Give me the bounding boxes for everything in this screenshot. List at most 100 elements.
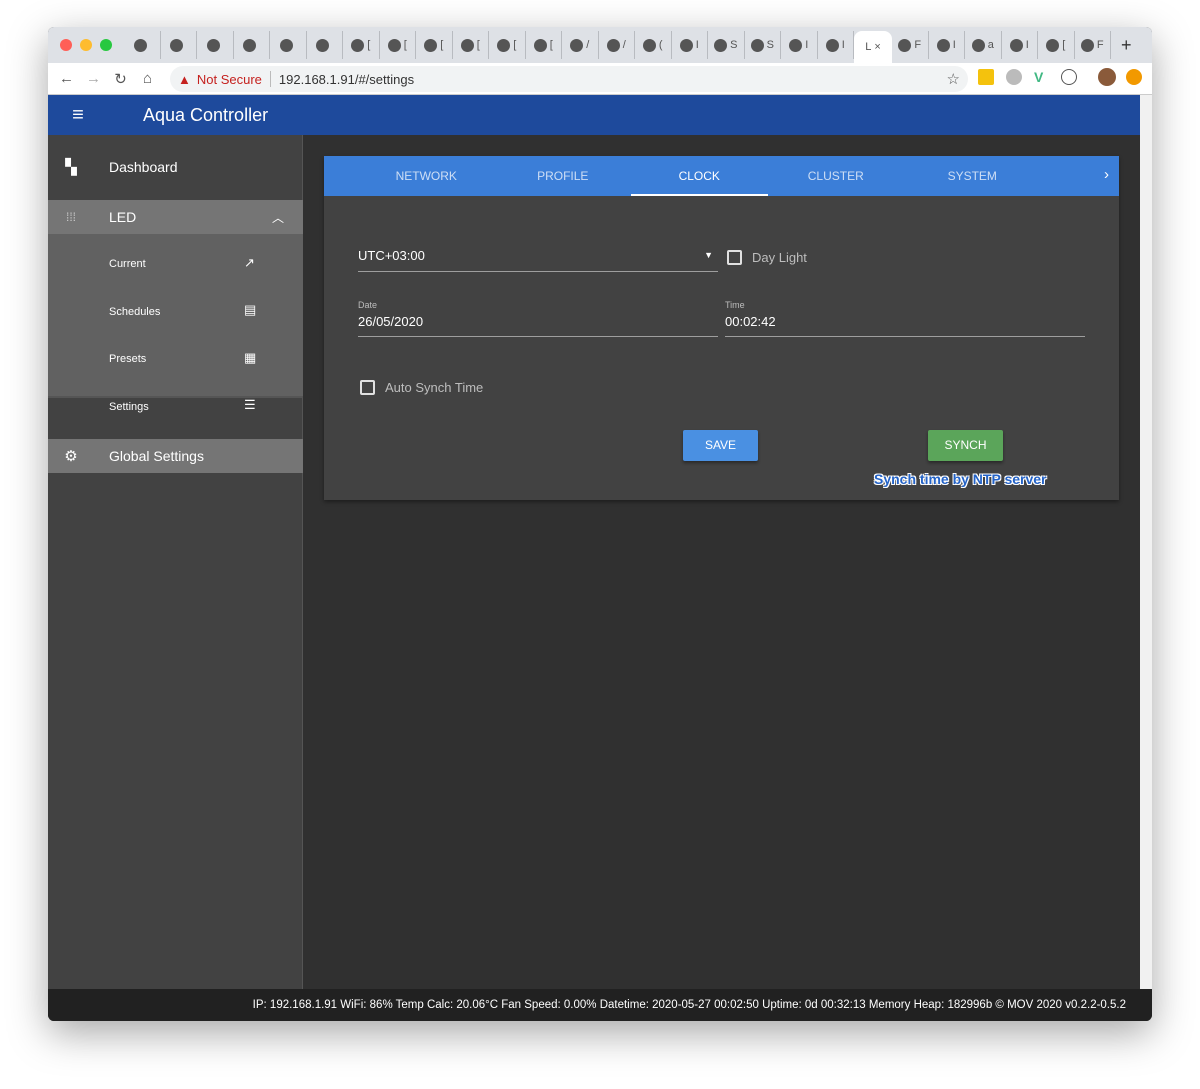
favicon-icon (279, 38, 293, 52)
favicon-icon (460, 38, 474, 52)
browser-tab[interactable]: F (1075, 31, 1111, 59)
browser-tab[interactable]: / (599, 31, 635, 59)
favicon-icon (206, 38, 220, 52)
browser-tab[interactable]: I (1002, 31, 1038, 59)
browser-tab[interactable]: [ (526, 31, 562, 59)
browser-tab[interactable]: [ (380, 31, 416, 59)
tab-title: [ (1062, 39, 1066, 51)
favicon-icon (898, 38, 912, 52)
browser-tab[interactable]: I (781, 31, 818, 59)
tab-clock[interactable]: CLOCK (631, 156, 768, 196)
app-header: ≡ Aqua Controller (48, 95, 1140, 135)
sidebar-item-label: Global Settings (109, 448, 204, 464)
tab-title: a (987, 39, 994, 51)
reload-icon[interactable]: ↻ (107, 70, 134, 88)
new-tab-button[interactable]: + (1121, 35, 1132, 56)
address-bar-row: ← → ↻ ⌂ ▲ Not Secure 192.168.1.91/#/sett… (48, 63, 1152, 95)
tab-title: [ (476, 39, 480, 51)
browser-tab[interactable]: I (929, 31, 965, 59)
address-bar[interactable]: ▲ Not Secure 192.168.1.91/#/settings ☆ (170, 66, 968, 92)
status-footer: IP: 192.168.1.91 WiFi: 86% Temp Calc: 20… (48, 989, 1152, 1021)
url-text[interactable]: 192.168.1.91/#/settings (279, 72, 414, 87)
browser-tab[interactable] (270, 31, 307, 59)
close-tab-icon[interactable]: × (874, 41, 880, 53)
save-button[interactable]: SAVE (683, 430, 758, 461)
favicon-icon (533, 38, 547, 52)
close-window-button[interactable] (60, 39, 72, 51)
sidebar-item-global-settings[interactable]: ⚙ Global Settings (48, 439, 303, 473)
day-light-checkbox[interactable] (727, 250, 742, 265)
browser-window: [[[[[[/ / (I S S I I L × F Ia I [F + ← → ↻ ⌂ ▲ Not S… (48, 27, 1152, 1021)
favicon-icon (642, 38, 656, 52)
browser-tab[interactable]: S (745, 31, 781, 59)
auto-synch-checkbox[interactable] (360, 380, 375, 395)
subitem-label: Presets (109, 353, 147, 365)
tab-system[interactable]: SYSTEM (904, 156, 1041, 196)
window-controls (60, 39, 112, 51)
browser-tab[interactable]: [ (343, 31, 380, 59)
vue-devtools-icon[interactable]: V (1034, 69, 1050, 85)
browser-tab[interactable]: [ (489, 31, 526, 59)
browser-tab[interactable] (197, 31, 234, 59)
browser-tab[interactable]: / (562, 31, 599, 59)
menu-icon[interactable]: ≡ (48, 104, 108, 127)
browser-tab[interactable]: I (672, 31, 708, 59)
scrollbar[interactable] (1140, 95, 1152, 989)
extension-bookmark-icon[interactable] (978, 69, 994, 85)
browser-tab[interactable]: [ (416, 31, 453, 59)
update-alert-icon[interactable] (1126, 69, 1142, 85)
browser-tab[interactable]: a (965, 31, 1002, 59)
tab-title: [ (549, 39, 553, 51)
sidebar-item-label: Dashboard (109, 159, 178, 175)
browser-tab[interactable]: ( (635, 31, 672, 59)
date-input[interactable]: 26/05/2020 (358, 314, 718, 337)
extension-json-icon[interactable] (1061, 69, 1077, 85)
settings-tabs: NETWORK PROFILE CLOCK CLUSTER SYSTEM › (324, 156, 1119, 196)
tab-title: / (622, 39, 626, 51)
favicon-icon (497, 38, 511, 52)
maximize-window-button[interactable] (100, 39, 112, 51)
browser-tab[interactable] (234, 31, 270, 59)
synch-annotation: Synch time by NTP server (874, 471, 1047, 487)
subitem-label: Current (109, 258, 146, 270)
avatar[interactable] (1098, 68, 1116, 86)
home-icon[interactable]: ⌂ (134, 70, 161, 87)
favicon-icon (133, 38, 147, 52)
tab-title: [ (440, 39, 444, 51)
time-input[interactable]: 00:02:42 (725, 314, 1085, 337)
sidebar-item-led[interactable]: ⁞⁞⁞ LED ︿ (48, 200, 303, 234)
browser-tab[interactable]: [ (1038, 31, 1075, 59)
browser-tab[interactable]: F (892, 31, 929, 59)
back-icon[interactable]: ← (53, 70, 80, 87)
favicon-icon (825, 38, 839, 52)
warning-icon: ▲ (178, 71, 191, 87)
synch-button[interactable]: SYNCH (928, 430, 1003, 461)
bookmark-star-icon[interactable]: ☆ (947, 70, 960, 88)
extension-icon[interactable] (1006, 69, 1022, 85)
chevron-up-icon[interactable]: ︿ (272, 209, 284, 226)
chevron-right-icon[interactable]: › (1104, 166, 1109, 183)
tab-network[interactable]: NETWORK (358, 156, 495, 196)
browser-tab[interactable] (307, 31, 343, 59)
tab-title: I (805, 39, 809, 51)
sidebar-item-dashboard[interactable]: ▚ Dashboard (48, 147, 303, 187)
timezone-select[interactable]: UTC+03:00 ▼ (358, 248, 718, 272)
day-light-label: Day Light (752, 250, 807, 265)
browser-tab[interactable]: I (818, 31, 854, 59)
tab-title: L (865, 41, 872, 53)
browser-tab[interactable]: S (708, 31, 745, 59)
browser-tab[interactable] (161, 31, 197, 59)
favicon-icon (1046, 38, 1060, 52)
forward-icon[interactable]: → (80, 70, 107, 87)
subitem-label: Schedules (109, 306, 161, 318)
trending-up-icon: ↗ (244, 255, 255, 270)
minimize-window-button[interactable] (80, 39, 92, 51)
tab-cluster[interactable]: CLUSTER (768, 156, 905, 196)
browser-tab-bar: [[[[[[/ / (I S S I I L × F Ia I [F + (48, 27, 1152, 63)
browser-tab[interactable]: L × (854, 31, 892, 63)
favicon-icon (387, 38, 401, 52)
tab-title: I (952, 39, 956, 51)
tab-profile[interactable]: PROFILE (495, 156, 632, 196)
browser-tab[interactable]: [ (453, 31, 489, 59)
browser-tab[interactable] (124, 31, 161, 59)
